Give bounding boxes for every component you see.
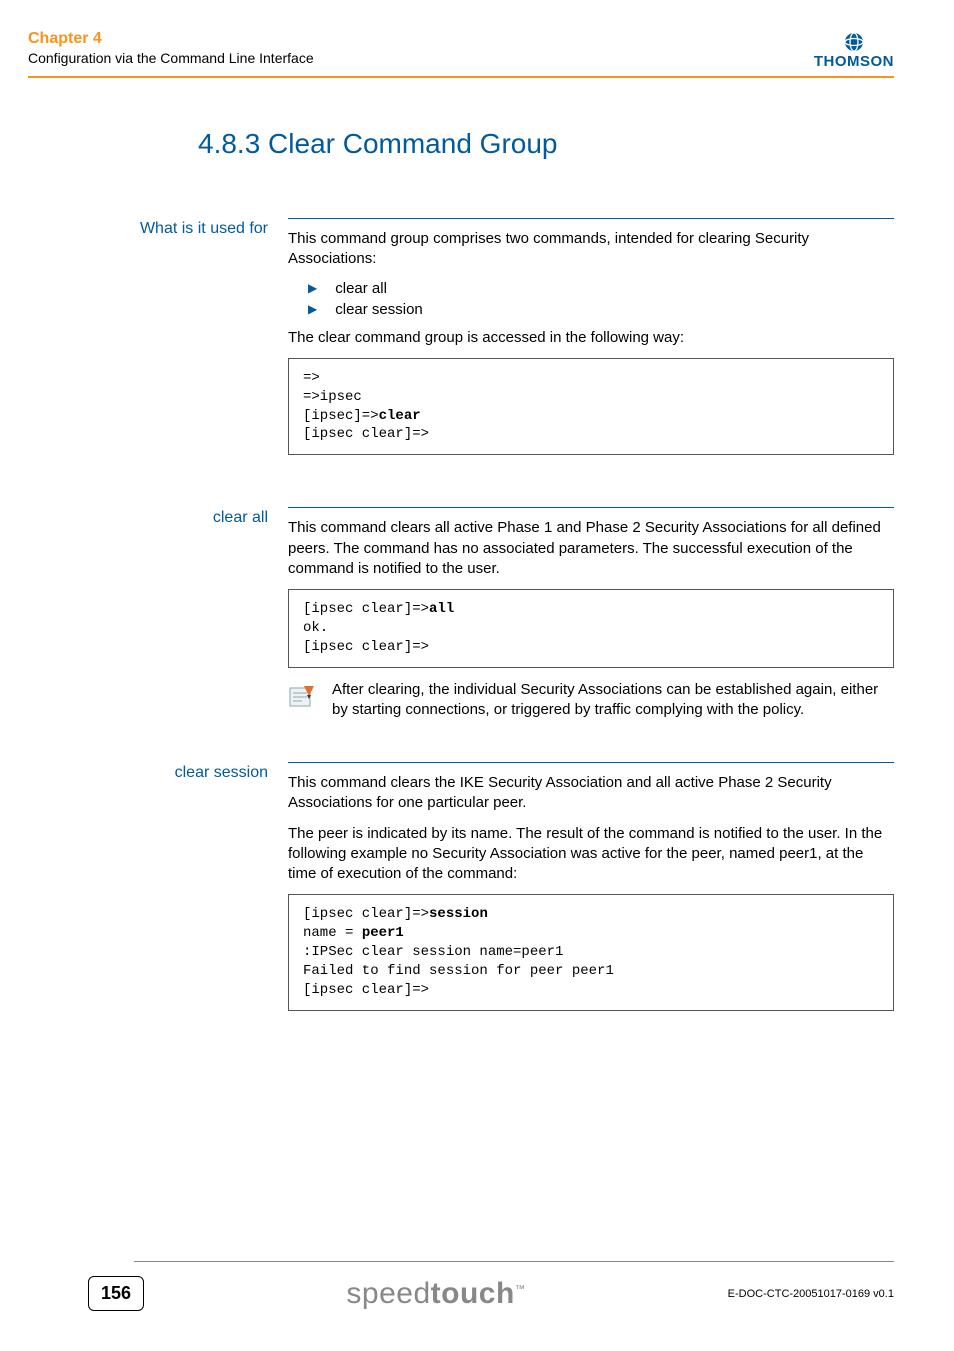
page-header: Chapter 4 Configuration via the Command …	[28, 30, 894, 70]
code-box: => =>ipsec [ipsec]=>clear [ipsec clear]=…	[288, 358, 894, 456]
code-box: [ipsec clear]=>all ok. [ipsec clear]=>	[288, 589, 894, 668]
paragraph: This command clears all active Phase 1 a…	[288, 518, 894, 579]
footer-rule	[134, 1261, 894, 1262]
triangle-bullet-icon: ▶	[308, 302, 317, 316]
code-l2-bold: peer1	[362, 925, 404, 941]
code-post: ok. [ipsec clear]=>	[303, 620, 429, 655]
section-used-for: What is it used for This command group c…	[28, 210, 894, 465]
page-number: 156	[88, 1276, 144, 1311]
section-clear-all: clear all This command clears all active…	[28, 499, 894, 720]
code-bold: all	[429, 601, 454, 617]
code-l1-pre: [ipsec clear]=>	[303, 906, 429, 922]
section-rule	[288, 507, 894, 508]
code-pre: => =>ipsec [ipsec]=>	[303, 370, 379, 424]
chapter-label: Chapter 4	[28, 30, 814, 48]
page-footer: 156 speedtouch™ E-DOC-CTC-20051017-0169 …	[0, 1261, 954, 1311]
access-paragraph: The clear command group is accessed in t…	[288, 328, 894, 348]
paragraph: This command clears the IKE Security Ass…	[288, 773, 894, 814]
trademark-icon: ™	[515, 1284, 526, 1295]
bullet-text: clear session	[335, 301, 423, 318]
bullet-text: clear all	[335, 280, 387, 297]
bullet-list: ▶ clear all ▶ clear session	[308, 280, 894, 318]
section-body: This command group comprises two command…	[288, 210, 894, 465]
section-label: clear all	[28, 499, 288, 720]
header-rule	[28, 76, 894, 78]
note-pencil-icon	[288, 682, 316, 710]
section-clear-session: clear session This command clears the IK…	[28, 754, 894, 1021]
section-body: This command clears the IKE Security Ass…	[288, 754, 894, 1021]
code-box: [ipsec clear]=>session name = peer1 :IPS…	[288, 894, 894, 1010]
header-text: Chapter 4 Configuration via the Command …	[28, 30, 814, 66]
section-rule	[288, 762, 894, 763]
code-rest: :IPSec clear session name=peer1 Failed t…	[303, 944, 614, 998]
note-text: After clearing, the individual Security …	[332, 680, 894, 721]
code-post: [ipsec clear]=>	[303, 426, 429, 442]
brand-logo: THOMSON	[814, 30, 894, 70]
section-label: clear session	[28, 754, 288, 1021]
page-title: 4.8.3 Clear Command Group	[198, 128, 894, 160]
document-id: E-DOC-CTC-20051017-0169 v0.1	[728, 1288, 894, 1300]
chapter-subtitle: Configuration via the Command Line Inter…	[28, 50, 814, 66]
brand-logo-text: THOMSON	[814, 53, 894, 70]
footer-row: 156 speedtouch™ E-DOC-CTC-20051017-0169 …	[88, 1276, 894, 1311]
intro-paragraph: This command group comprises two command…	[288, 229, 894, 270]
list-item: ▶ clear all	[308, 280, 894, 297]
code-l2-pre: name =	[303, 925, 362, 941]
brand-light: speed	[346, 1277, 430, 1310]
paragraph: The peer is indicated by its name. The r…	[288, 824, 894, 885]
section-body: This command clears all active Phase 1 a…	[288, 499, 894, 720]
code-pre: [ipsec clear]=>	[303, 601, 429, 617]
list-item: ▶ clear session	[308, 301, 894, 318]
thomson-globe-icon	[843, 32, 865, 52]
code-bold: clear	[379, 408, 421, 424]
code-l1-bold: session	[429, 906, 488, 922]
section-label: What is it used for	[28, 210, 288, 465]
note-row: After clearing, the individual Security …	[288, 680, 894, 721]
triangle-bullet-icon: ▶	[308, 281, 317, 295]
speedtouch-brand: speedtouch™	[346, 1277, 525, 1311]
section-rule	[288, 218, 894, 219]
brand-bold: touch	[431, 1277, 515, 1310]
